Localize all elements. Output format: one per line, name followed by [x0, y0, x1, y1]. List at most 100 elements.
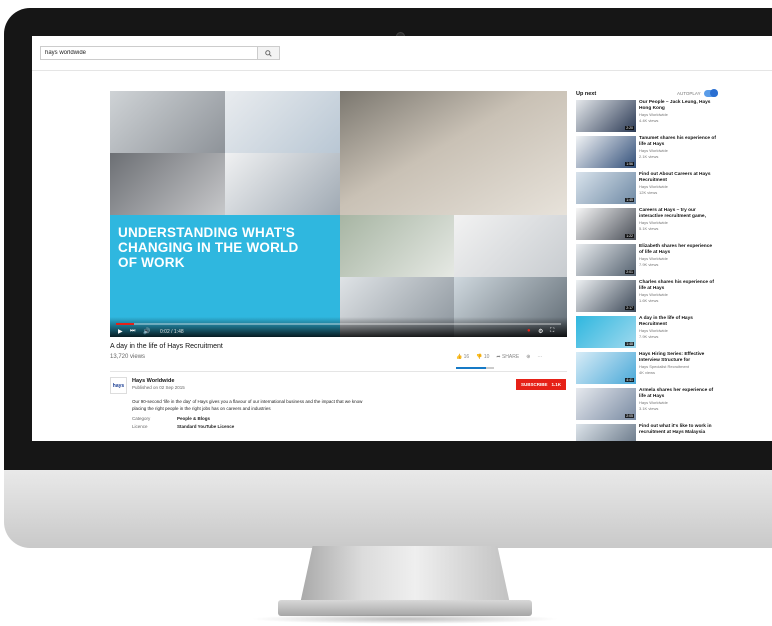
recommended-video[interactable]: 1:45 Find out About Careers at Hays Recru…: [576, 172, 766, 204]
subscribe-label: SUBSCRIBE: [520, 382, 548, 387]
imac-monitor: UNDERSTANDING WHAT'S CHANGING IN THE WOR…: [0, 0, 772, 626]
recommended-thumbnail[interactable]: 2:17: [576, 280, 636, 312]
recommended-thumbnail[interactable]: 1:45: [576, 172, 636, 204]
like-ratio-bar: [456, 367, 486, 369]
header-divider: [32, 70, 772, 71]
video-player[interactable]: UNDERSTANDING WHAT'S CHANGING IN THE WOR…: [110, 91, 567, 337]
recommended-channel: Hays Worldwide: [639, 400, 668, 406]
video-duration: 1:22: [625, 234, 634, 238]
recommended-views: 2.1K views: [639, 153, 659, 159]
recommended-channel: Hays Worldwide: [639, 148, 668, 154]
recommended-video[interactable]: 2:17 Charles shares his experience of lif…: [576, 280, 766, 312]
recommended-video[interactable]: 4:41 Hays Hiring Series: Effective Interv…: [576, 352, 766, 384]
recommended-thumbnail[interactable]: 2:05: [576, 388, 636, 420]
search-bar: [40, 46, 280, 60]
recommended-title[interactable]: Find out what it's like to work in recru…: [639, 424, 717, 435]
autoplay-toggle[interactable]: [704, 89, 718, 97]
video-frame-photo: [225, 153, 340, 215]
recommended-thumbnail[interactable]: 4:41: [576, 352, 636, 384]
video-frame-photo: [340, 91, 567, 215]
recommended-title[interactable]: Elizabeth shares her experience of life …: [639, 244, 717, 255]
video-time: 0:02 / 1:48: [160, 329, 184, 335]
recommended-views: 4.4K views: [639, 117, 659, 123]
recommended-channel: Hays Worldwide: [639, 256, 668, 262]
recommended-channel: Hays Worldwide: [639, 112, 668, 118]
recommended-channel: Hays Worldwide: [639, 292, 668, 298]
overlay-title-line: UNDERSTANDING WHAT'S: [118, 225, 295, 240]
recommended-thumbnail[interactable]: 1:56: [576, 136, 636, 168]
channel-avatar[interactable]: hays: [110, 377, 127, 394]
recommended-thumbnail[interactable]: 2:01: [576, 244, 636, 276]
recommended-video[interactable]: 1:48 A day in the life of Hays Recruitmen…: [576, 316, 766, 348]
recommended-title[interactable]: A day in the life of Hays Recruitment: [639, 316, 717, 327]
recommended-video[interactable]: 2:01 Elizabeth shares her experience of l…: [576, 244, 766, 276]
recommended-thumbnail[interactable]: 1:22: [576, 208, 636, 240]
monitor-chin: [4, 470, 772, 548]
youtube-logo-icon[interactable]: ●: [527, 328, 531, 334]
video-title: A day in the life of Hays Recruitment: [110, 343, 223, 350]
recommended-video[interactable]: 2:20 Our People – Jack Leung, Hays Hong K…: [576, 100, 766, 132]
recommended-channel: Hays Worldwide: [639, 328, 668, 334]
recommended-video[interactable]: 1:56 Tanumet shares his experience of lif…: [576, 136, 766, 168]
up-next-heading: Up next: [576, 91, 597, 97]
publish-date: Published on 02 Sep 2015: [132, 385, 185, 390]
play-icon[interactable]: ▶: [118, 328, 123, 335]
recommended-thumbnail[interactable]: 2:20: [576, 100, 636, 132]
video-duration: 1:48: [625, 342, 634, 346]
next-icon[interactable]: ⏭: [130, 328, 135, 335]
video-frame-photo: [110, 153, 225, 215]
add-to-icon[interactable]: ⊕: [526, 354, 530, 360]
video-frame-photo: [225, 91, 340, 153]
recommended-video[interactable]: Find out what it's like to work in recru…: [576, 424, 766, 441]
fullscreen-icon[interactable]: ⛶: [550, 328, 554, 335]
recommended-title[interactable]: Find out About Careers at Hays Recruitme…: [639, 172, 717, 183]
recommended-title[interactable]: Tanumet shares his experience of life at…: [639, 136, 717, 147]
video-duration: 2:20: [625, 126, 634, 130]
dislike-button[interactable]: 👎 10: [476, 354, 489, 360]
channel-name[interactable]: Hays Worldwide: [132, 378, 174, 384]
overlay-title-line: OF WORK: [118, 255, 185, 270]
dislike-ratio-bar: [486, 367, 494, 369]
volume-icon[interactable]: 🔊: [143, 328, 150, 335]
video-duration: 2:17: [625, 306, 634, 310]
share-label: SHARE: [501, 354, 520, 360]
category-label: Category: [132, 416, 151, 421]
recommended-title[interactable]: Charles shares his experience of life at…: [639, 280, 717, 291]
more-icon[interactable]: ⋯: [537, 354, 542, 360]
recommended-views: 4K views: [639, 369, 656, 375]
video-duration: 1:56: [625, 162, 634, 166]
recommended-title[interactable]: Careers at Hays – try our interactive re…: [639, 208, 717, 219]
category-value[interactable]: People & Blogs: [177, 416, 210, 421]
youtube-page: UNDERSTANDING WHAT'S CHANGING IN THE WOR…: [32, 36, 772, 441]
recommended-title[interactable]: Hays Hiring Series: Effective Interview …: [639, 352, 717, 363]
subscriber-count: 1.1K: [551, 382, 562, 387]
recommended-views: 1.6K views: [639, 297, 659, 303]
recommended-title[interactable]: Armela shares her experience of life at …: [639, 388, 717, 399]
progress-fill: [116, 323, 134, 325]
autoplay-label: AUTOPLAY: [677, 91, 701, 96]
search-button[interactable]: [257, 47, 279, 59]
like-button[interactable]: 👍 16: [456, 354, 469, 360]
recommended-video[interactable]: 2:05 Armela shares her experience of life…: [576, 388, 766, 420]
recommended-video[interactable]: 1:22 Careers at Hays – try our interactiv…: [576, 208, 766, 240]
settings-icon[interactable]: ⚙: [538, 328, 543, 335]
dislike-count: 10: [483, 354, 490, 360]
search-input[interactable]: [41, 47, 257, 59]
recommended-channel: Hays Worldwide: [639, 184, 668, 190]
video-frame-photo: [340, 215, 454, 277]
info-divider: [110, 371, 567, 372]
recommended-channel: Hays Specialist Recruitment: [639, 364, 690, 370]
base-shadow: [250, 614, 560, 624]
recommended-thumbnail[interactable]: [576, 424, 636, 441]
video-duration: 4:41: [625, 378, 634, 382]
recommended-views: 12K views: [639, 189, 658, 195]
recommended-thumbnail[interactable]: 1:48: [576, 316, 636, 348]
recommended-title[interactable]: Our People – Jack Leung, Hays Hong Kong: [639, 100, 717, 111]
recommended-views: 5.1K views: [639, 225, 659, 231]
share-button[interactable]: ➦ SHARE: [496, 354, 519, 360]
subscribe-button[interactable]: SUBSCRIBE 1.1K: [516, 379, 566, 390]
progress-bar[interactable]: [116, 323, 561, 325]
video-duration: 1:45: [625, 198, 634, 202]
recommended-channel: Hays Worldwide: [639, 220, 668, 226]
video-frame-photo: [454, 215, 567, 277]
